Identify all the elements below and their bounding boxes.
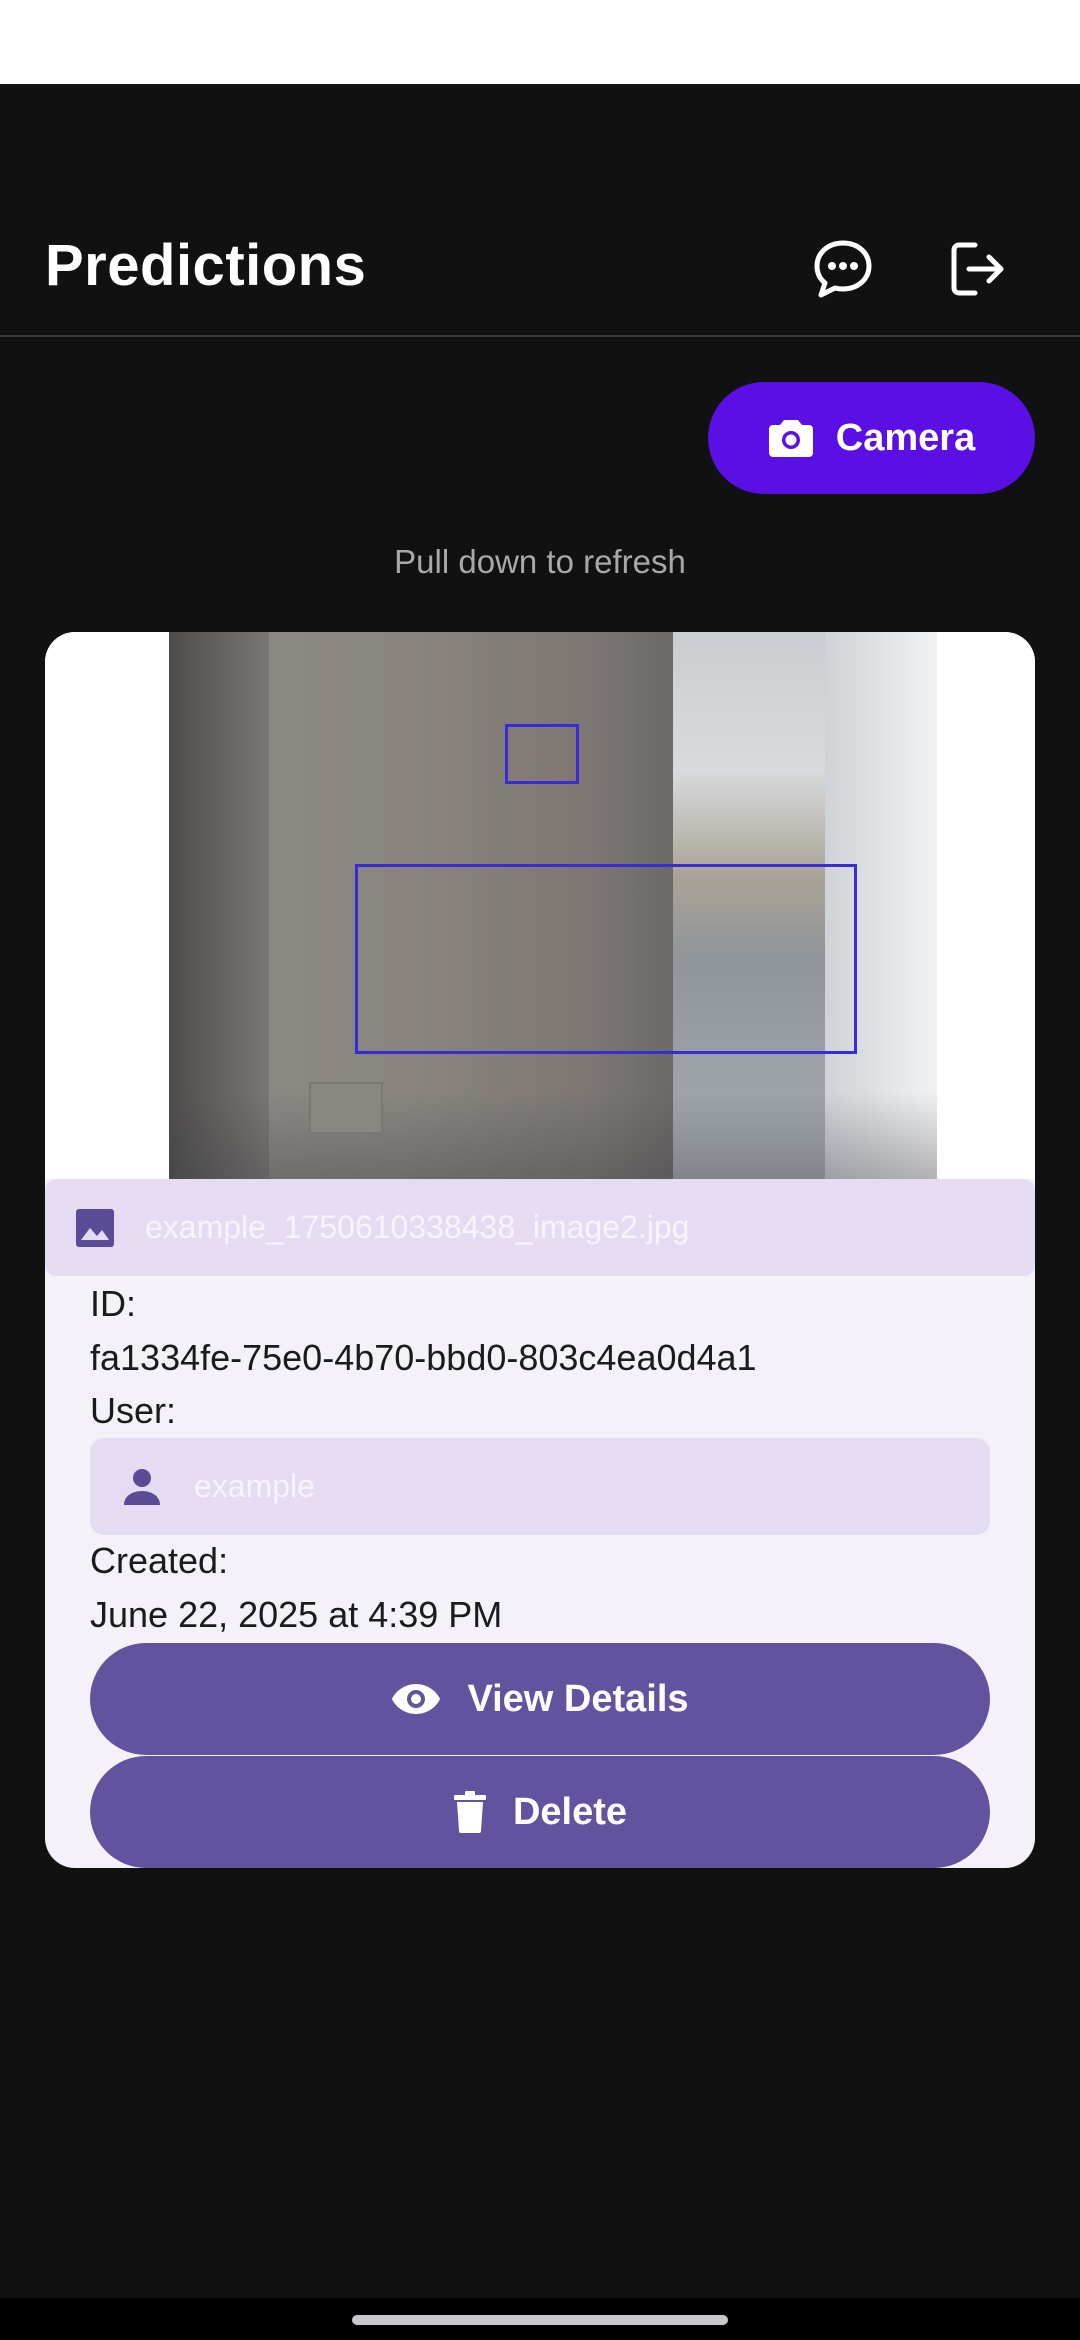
chat-button[interactable] xyxy=(808,234,878,304)
app-bar-divider xyxy=(0,335,1080,337)
user-name: example xyxy=(194,1468,315,1504)
trash-icon xyxy=(453,1791,486,1833)
prediction-image[interactable] xyxy=(169,632,937,1179)
camera-button-label: Camera xyxy=(835,416,976,459)
chat-bubble-icon xyxy=(814,240,872,298)
bounding-box xyxy=(505,724,579,784)
eye-icon xyxy=(392,1684,441,1714)
delete-label: Delete xyxy=(512,1790,628,1833)
user-chip: example xyxy=(90,1438,990,1535)
camera-icon xyxy=(768,420,813,457)
created-label: Created: xyxy=(90,1540,229,1581)
page-title: Predictions xyxy=(45,233,367,298)
status-bar xyxy=(0,0,1080,84)
file-name-chip: example_1750610338438_image2.jpg xyxy=(45,1179,1035,1276)
pull-to-refresh-hint: Pull down to refresh xyxy=(394,543,686,580)
prediction-card: example_1750610338438_image2.jpg ID: fa1… xyxy=(45,632,1035,1868)
created-value: June 22, 2025 at 4:39 PM xyxy=(90,1594,503,1635)
view-details-label: View Details xyxy=(467,1677,689,1720)
bounding-box xyxy=(355,864,857,1054)
file-name: example_1750610338438_image2.jpg xyxy=(145,1209,690,1245)
prediction-image-container xyxy=(45,632,1035,1179)
image-region-floor xyxy=(169,1092,937,1179)
image-icon xyxy=(76,1208,114,1247)
camera-button[interactable]: Camera xyxy=(708,382,1035,494)
app-bar: Predictions xyxy=(0,200,1080,336)
view-details-button[interactable]: View Details xyxy=(90,1643,990,1755)
delete-button[interactable]: Delete xyxy=(90,1756,990,1868)
id-value: fa1334fe-75e0-4b70-bbd0-803c4ea0d4a1 xyxy=(90,1337,757,1378)
logout-icon xyxy=(951,242,1004,296)
logout-button[interactable] xyxy=(942,234,1012,304)
user-label: User: xyxy=(90,1390,177,1431)
person-icon xyxy=(124,1468,160,1505)
image-light-switch xyxy=(309,1082,383,1134)
gesture-handle[interactable] xyxy=(352,2315,728,2325)
id-label: ID: xyxy=(90,1283,137,1324)
